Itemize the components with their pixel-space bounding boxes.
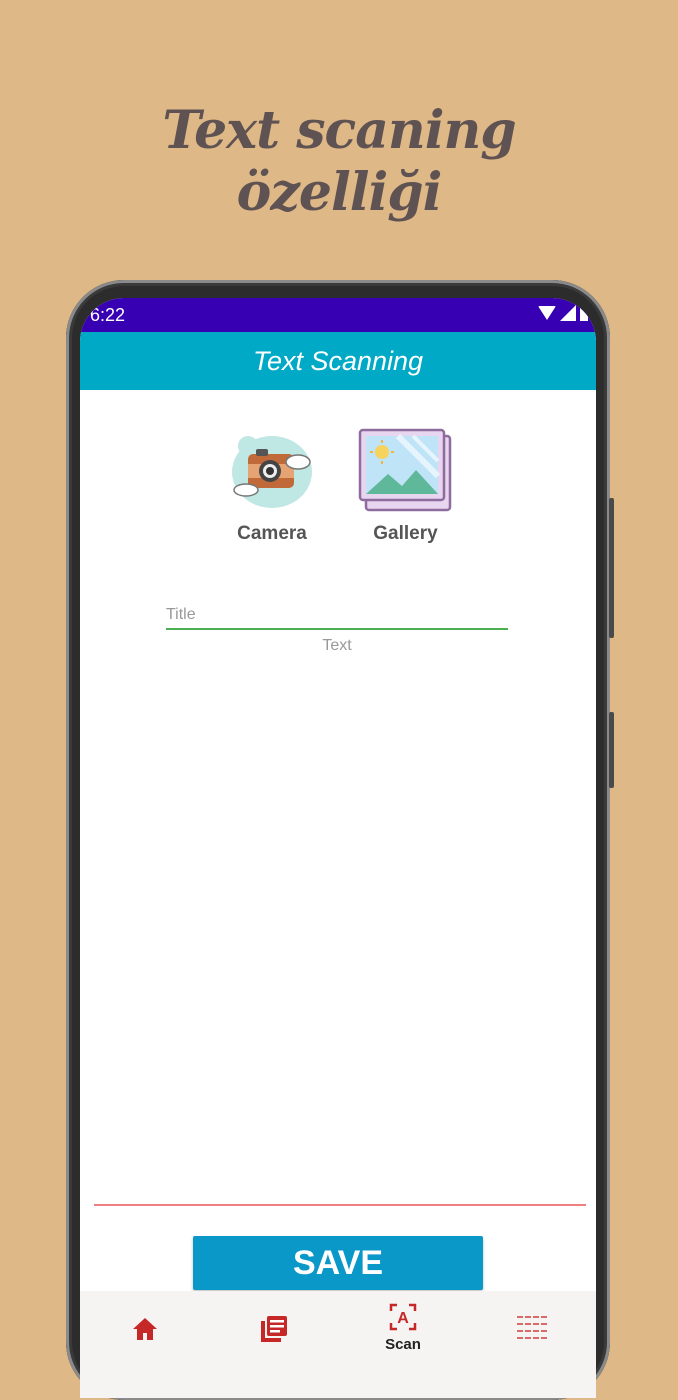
status-time: 6:22 xyxy=(90,305,126,325)
promo-title-line2: özelliği xyxy=(236,162,443,223)
nav-item-documents[interactable] xyxy=(234,1315,314,1348)
content-divider xyxy=(94,1204,586,1206)
text-input[interactable] xyxy=(166,634,508,658)
signal-icon xyxy=(560,305,576,321)
title-input[interactable] xyxy=(166,602,508,630)
gallery-icon xyxy=(358,428,452,512)
svg-text:A: A xyxy=(397,1310,409,1327)
promo-title-line1: Text scaning xyxy=(162,100,516,161)
grid-icon xyxy=(517,1316,547,1339)
power-button xyxy=(609,498,614,638)
bottom-navigation: A Scan xyxy=(80,1291,596,1398)
camera-source-button[interactable]: Camera xyxy=(228,428,316,545)
app-bar: Text Scanning xyxy=(80,332,596,390)
battery-icon xyxy=(580,305,588,321)
save-button[interactable]: SAVE xyxy=(193,1236,483,1290)
scan-text-icon: A xyxy=(389,1303,417,1331)
nav-scan-label: Scan xyxy=(385,1336,421,1353)
volume-button xyxy=(609,712,614,788)
app-bar-title: Text Scanning xyxy=(252,345,424,376)
app-screen: 6:22 Text Scanning Camera Gallery Title … xyxy=(80,298,596,1398)
promo-title: Text scaning özelliği xyxy=(0,100,678,224)
status-icons xyxy=(538,305,588,321)
gallery-label: Gallery xyxy=(373,523,438,544)
nav-item-scan[interactable]: A Scan xyxy=(363,1303,443,1353)
documents-icon xyxy=(261,1316,287,1342)
gallery-source-button[interactable]: Gallery xyxy=(358,428,453,545)
camera-label: Camera xyxy=(237,523,307,544)
wifi-icon xyxy=(538,306,556,320)
phone-frame: 6:22 Text Scanning Camera Gallery Title … xyxy=(66,280,614,1400)
nav-item-home[interactable] xyxy=(105,1317,185,1346)
home-icon xyxy=(133,1318,157,1340)
nav-item-grid[interactable] xyxy=(492,1315,572,1346)
status-bar: 6:22 xyxy=(80,298,596,332)
camera-icon xyxy=(232,436,312,508)
